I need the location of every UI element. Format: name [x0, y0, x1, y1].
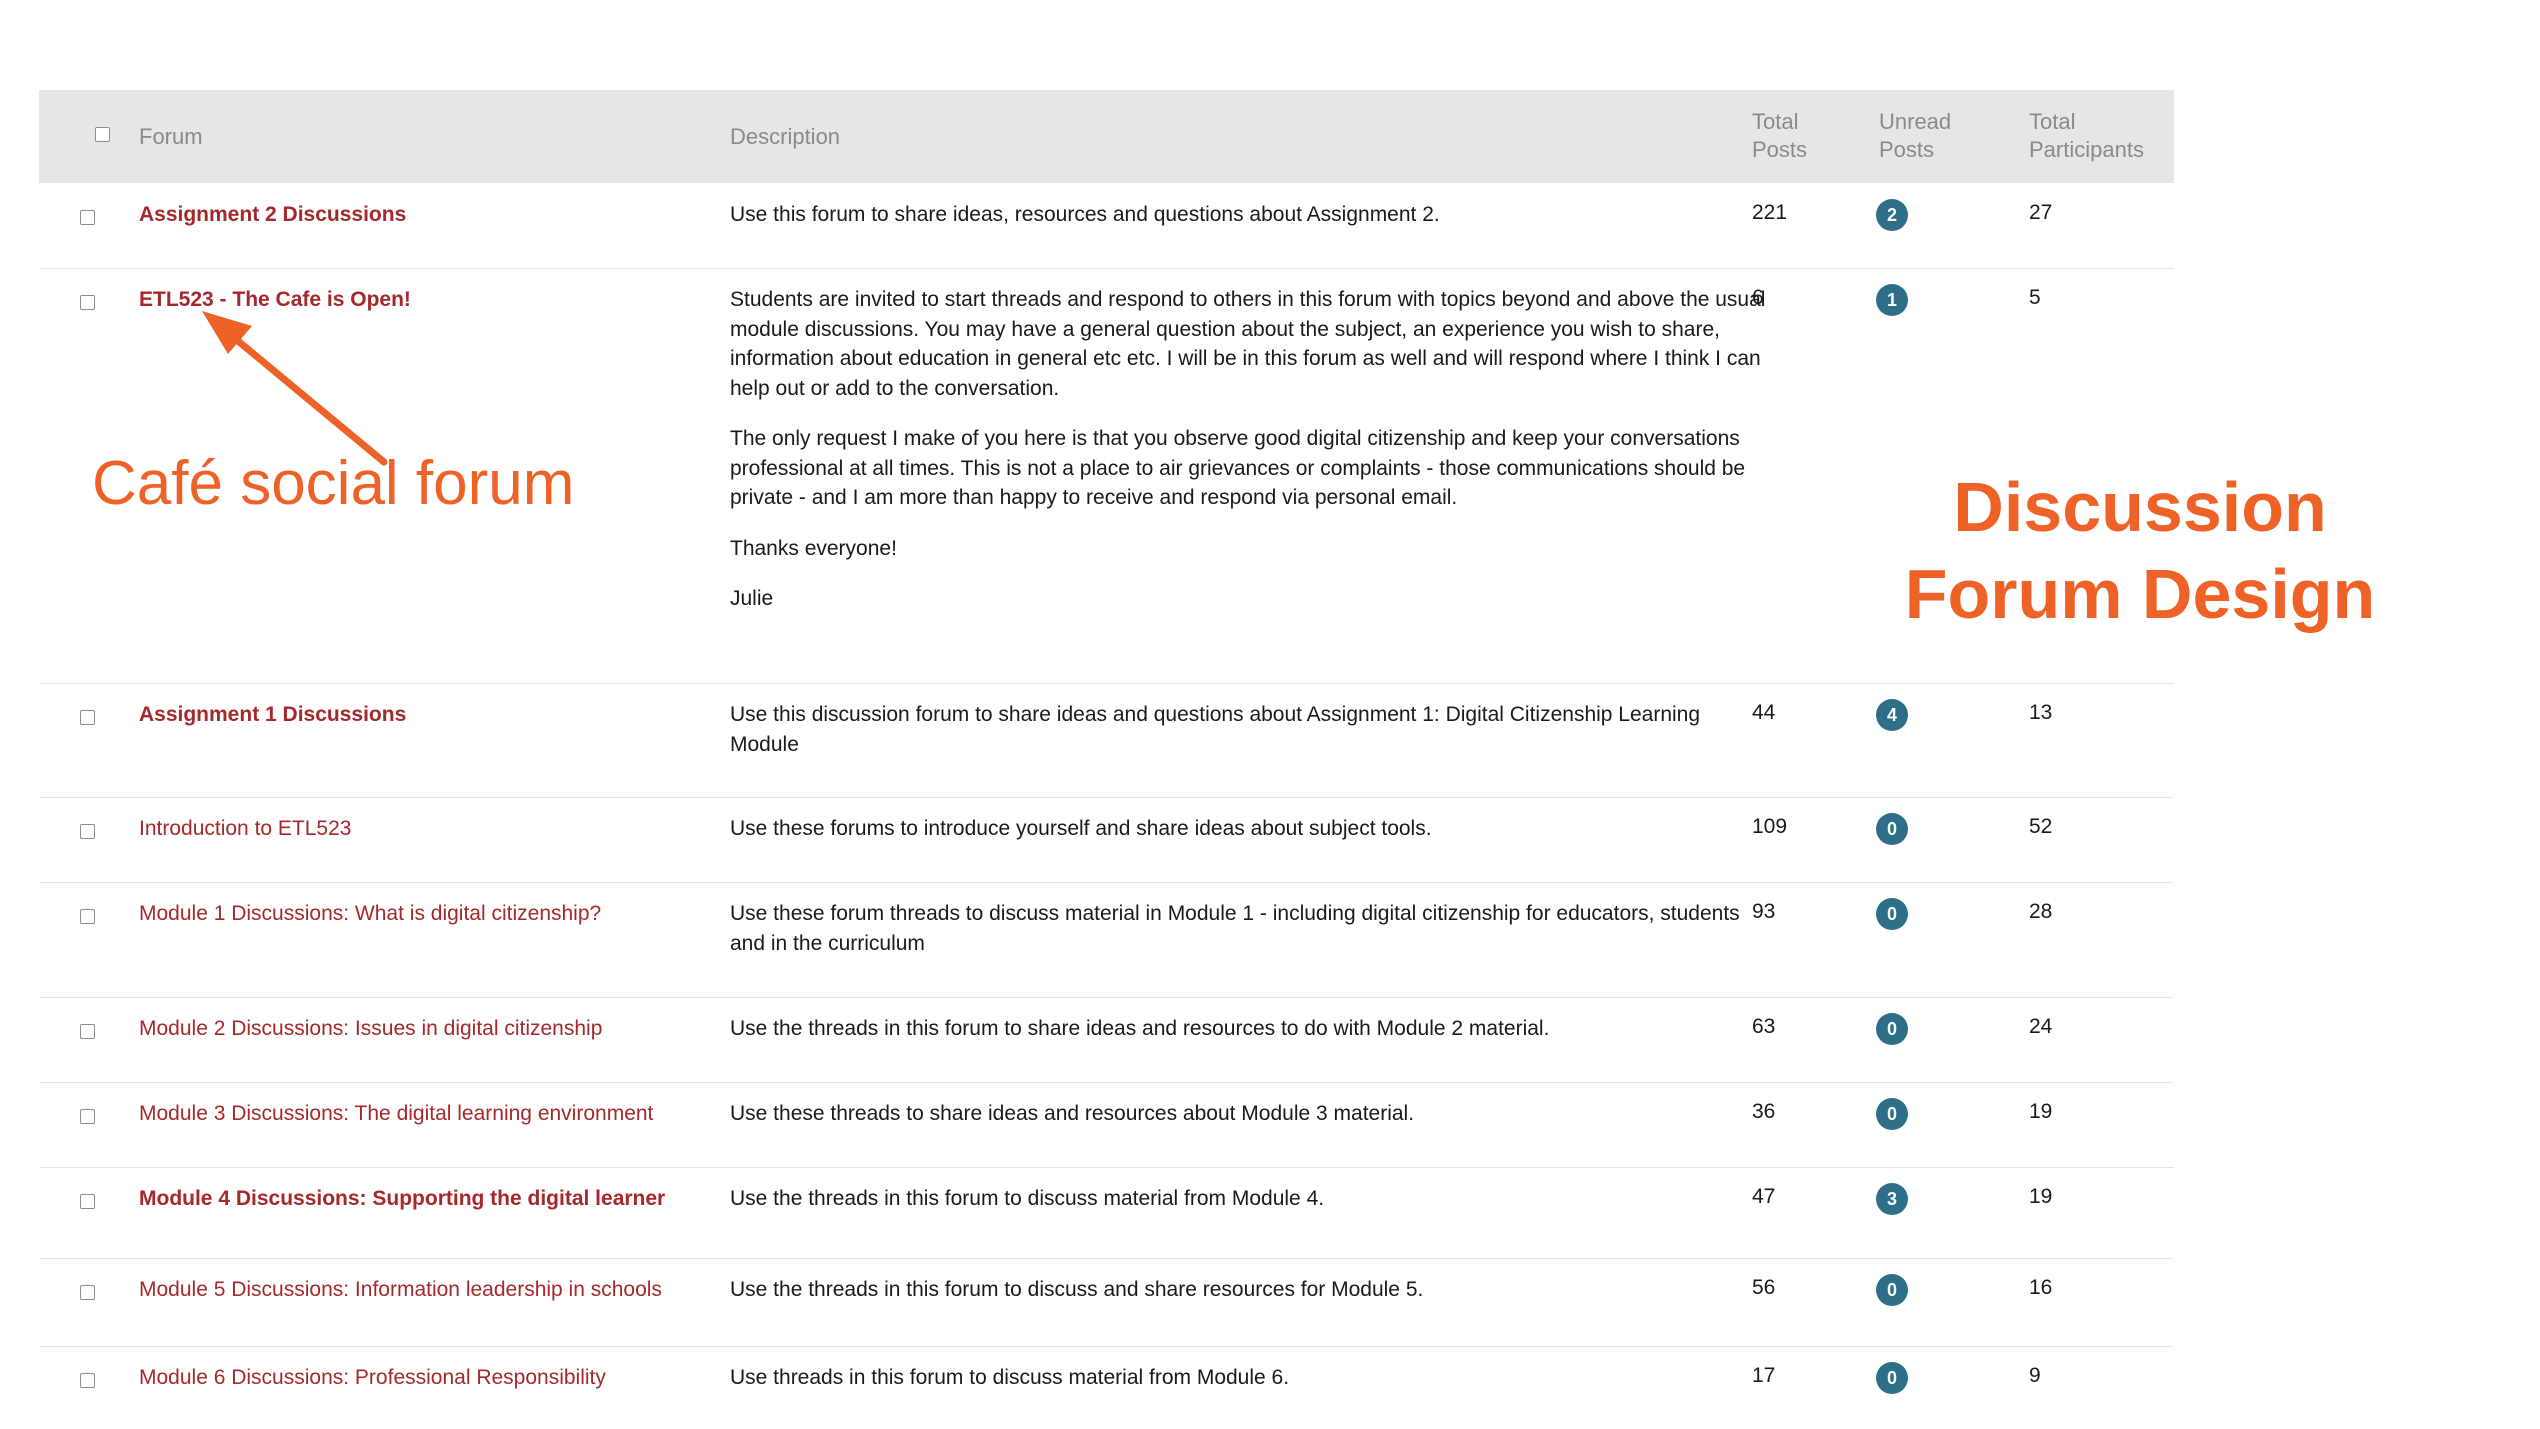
slide: Forum Description Total Posts Unread Pos…	[0, 0, 2540, 1429]
annotation-arrow-icon	[202, 311, 388, 466]
slide-title: Discussion Forum Design	[1904, 468, 2376, 633]
